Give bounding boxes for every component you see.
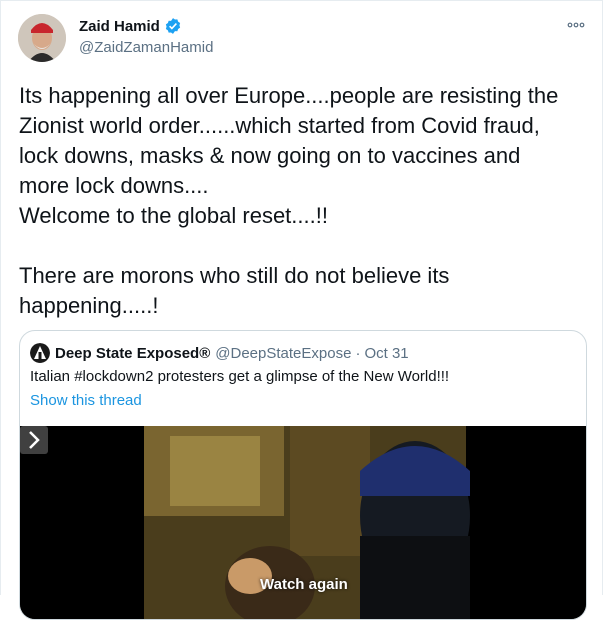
quoted-date[interactable]: Oct 31: [364, 345, 408, 362]
quoted-display-name[interactable]: Deep State Exposed®: [55, 345, 210, 362]
verified-badge-icon: [165, 18, 180, 34]
quoted-author-avatar[interactable]: [30, 343, 50, 363]
author-display-name[interactable]: Zaid Hamid: [79, 18, 160, 35]
author-handle[interactable]: @ZaidZamanHamid: [79, 39, 213, 56]
quoted-tweet-card[interactable]: Deep State Exposed® @DeepStateExpose · O…: [19, 330, 587, 620]
video-player[interactable]: Watch again: [20, 426, 586, 619]
quoted-tweet-text: Italian #lockdown2 protesters get a glim…: [30, 368, 450, 385]
show-thread-link[interactable]: Show this thread: [30, 392, 142, 409]
watch-again-button[interactable]: Watch again: [260, 576, 348, 593]
separator-dot: ·: [355, 344, 361, 362]
tweet-card[interactable]: Zaid Hamid @ZaidZamanHamid Its happening…: [0, 0, 603, 620]
next-arrow-icon[interactable]: [20, 426, 48, 454]
tweet-text: Its happening all over Europe....people …: [19, 83, 559, 318]
author-avatar[interactable]: [18, 14, 66, 62]
quoted-handle[interactable]: @DeepStateExpose: [215, 345, 351, 362]
more-options-icon[interactable]: [567, 20, 585, 30]
